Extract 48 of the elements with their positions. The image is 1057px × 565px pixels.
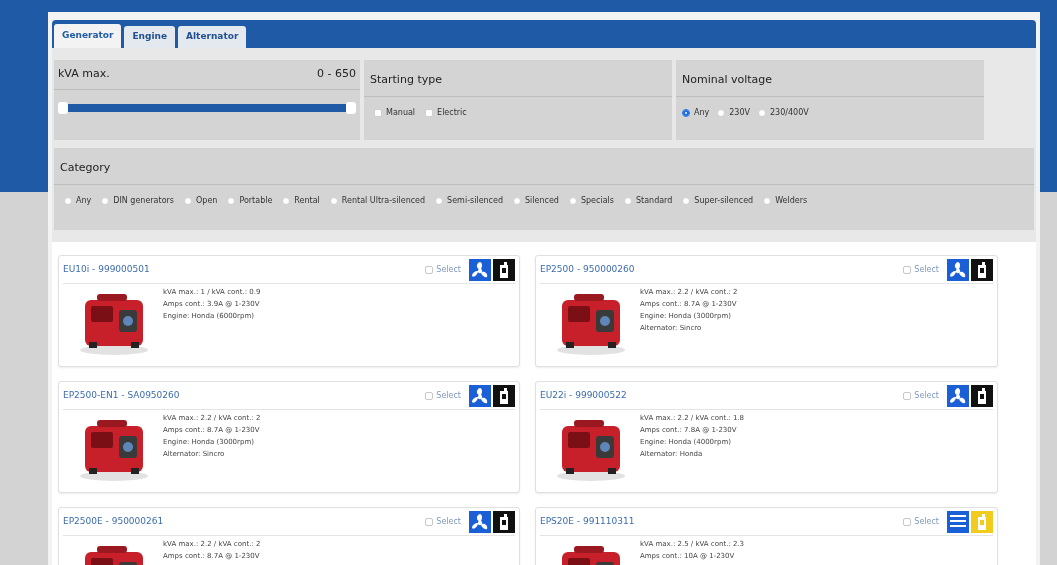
tab[interactable]: Generator [54, 24, 122, 48]
option-label: Specials [580, 195, 614, 207]
option-label: Rental Ultra-silenced [341, 195, 426, 207]
option-label: Super-silenced [694, 195, 754, 207]
option-label: Semi-silenced [447, 195, 503, 207]
option-label: Standard [635, 195, 673, 207]
select-label: Select [436, 263, 461, 276]
tab[interactable]: Alternator [178, 26, 247, 48]
slider-handle[interactable] [58, 101, 68, 114]
option-label: 230/400V [770, 107, 809, 119]
product-link[interactable]: EU22i - 999000522 [540, 388, 627, 403]
product-link[interactable]: EP2500-EN1 - SA0950260 [63, 388, 180, 403]
option-label: 230V [729, 107, 751, 119]
option-label: Any [694, 107, 710, 119]
option-label: Silenced [525, 195, 559, 207]
checkbox[interactable] [374, 109, 382, 117]
option-label: DIN generators [113, 195, 174, 207]
product-link[interactable]: EP2500E - 950000261 [63, 514, 164, 529]
option-label: Portable [239, 195, 273, 207]
checkbox[interactable] [425, 265, 434, 274]
option-label: Any [76, 195, 92, 207]
slider-handle[interactable] [346, 101, 356, 114]
checkbox[interactable] [425, 517, 434, 526]
checkbox[interactable] [903, 265, 912, 274]
checkbox[interactable] [903, 517, 912, 526]
option-label: Rental [294, 195, 320, 207]
checkbox[interactable] [903, 391, 912, 400]
product-link[interactable]: EP2500 - 950000260 [540, 262, 635, 277]
filter-title: Nominal voltage [682, 73, 773, 86]
checkbox[interactable] [425, 391, 434, 400]
filter-title: Category [60, 161, 111, 174]
select-label: Select [914, 389, 939, 402]
range-value: 0 - 650 [317, 66, 356, 82]
checkbox[interactable] [425, 109, 434, 117]
option-label: Open [196, 195, 218, 207]
tab[interactable]: Engine [124, 26, 176, 48]
filter-title: Starting type [370, 73, 442, 86]
select-label: Select [436, 515, 461, 528]
option-label: Electric [437, 107, 467, 119]
select-label: Select [914, 515, 939, 528]
product-link[interactable]: EU10i - 999000501 [63, 262, 150, 277]
select-label: Select [436, 389, 461, 402]
option-label: Welders [775, 195, 808, 207]
filter-title: kVA max. [58, 66, 110, 82]
select-label: Select [914, 263, 939, 276]
option-label: Manual [386, 107, 416, 119]
radio-button[interactable] [682, 109, 690, 117]
product-link[interactable]: EPS20E - 991110311 [540, 514, 635, 529]
